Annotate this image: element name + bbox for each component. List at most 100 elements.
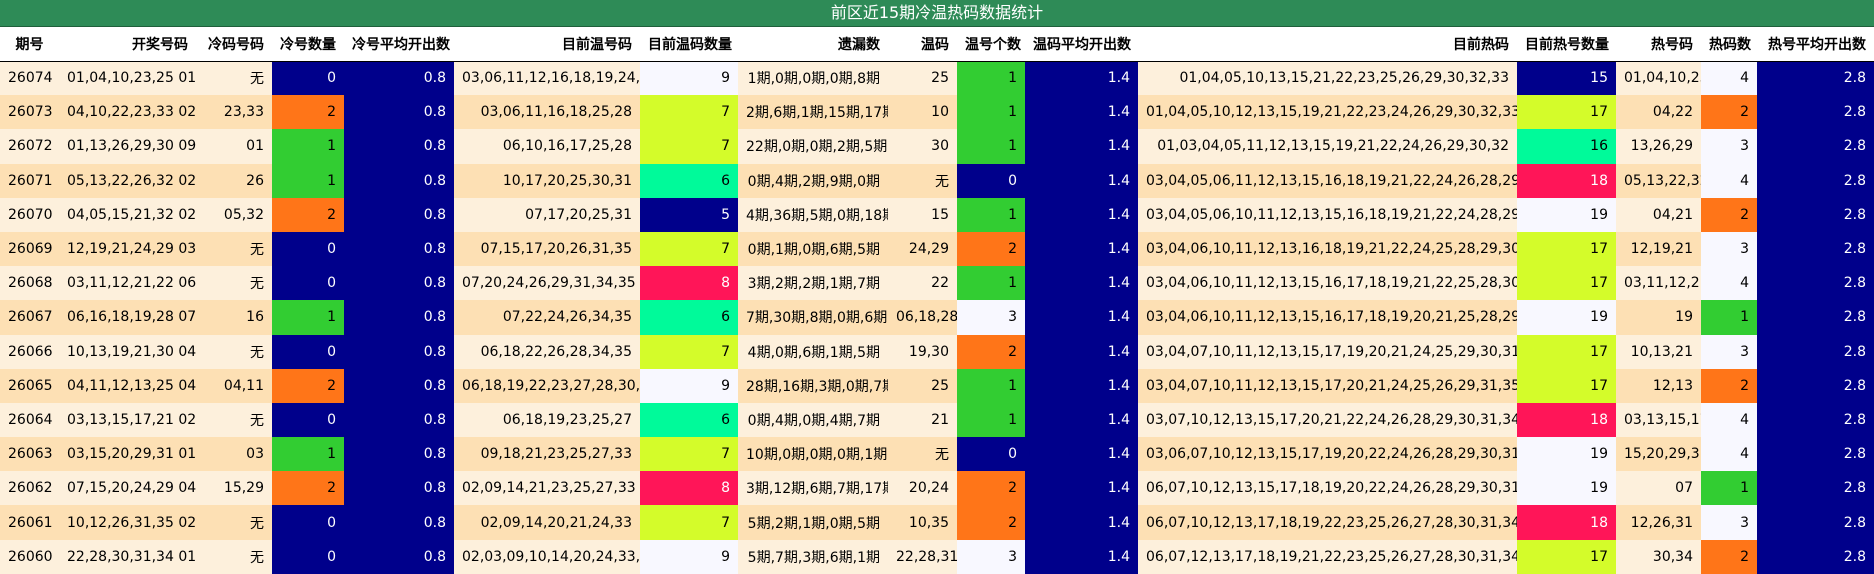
table-row[interactable]: 26066 10,13,19,21,30 04,05 无00.8 06,18,22,2…: [0, 334, 1874, 369]
header-current-hot[interactable]: 目前热码: [1138, 27, 1517, 62]
warm-hits-cell: 1: [957, 95, 1025, 130]
table-row[interactable]: 26074 01,04,10,23,25 01,12 无00.8 03,06,11,1…: [0, 61, 1874, 96]
cold-average-cell: 0.8: [344, 368, 454, 403]
warm-average-cell: 1.4: [1025, 266, 1138, 301]
hot-average-cell: 2.8: [1757, 368, 1874, 403]
hot-average-cell: 2.8: [1757, 505, 1874, 540]
table-row[interactable]: 2607201,13,26,29,30 09,110110.806,10,16,…: [0, 129, 1874, 164]
hot-count-cell: 17: [1517, 266, 1616, 301]
cold-numbers-cell: 03: [246, 446, 264, 463]
current-hot-cell: 03,04,07,10,11,12,13,15,17,20,21,24,25,2…: [1146, 377, 1517, 394]
current-hot-cell: 06,07,10,12,13,17,18,19,22,23,25,26,27,2…: [1146, 514, 1517, 531]
lottery-stats-frame: 前区近15期冷温热码数据统计 期号 开奖号码 冷码号码 冷号数量 冷号平均开出数…: [0, 0, 1874, 574]
hot-hits-cell: 4: [1701, 61, 1757, 96]
header-warm-average[interactable]: 温码平均开出数: [1025, 27, 1138, 62]
hot-count-cell: 17: [1517, 231, 1616, 267]
warm-numbers-cell: 无: [935, 447, 949, 464]
header-period[interactable]: 期号: [0, 27, 59, 62]
table-row[interactable]: 2607004,05,15,21,32 02,1105,3220.807,17,…: [0, 197, 1874, 232]
cold-average-cell: 0.8: [344, 163, 454, 198]
header-hot-numbers[interactable]: 热号码: [1616, 27, 1701, 62]
current-warm-cell: 02,09,14,20,21,24,33: [480, 514, 632, 531]
warm-numbers-cell: 25: [931, 377, 949, 394]
period-cell: 26072: [8, 138, 53, 155]
current-warm-cell: 02,09,14,21,23,25,27,33: [462, 480, 636, 497]
warm-average-cell: 1.4: [1025, 471, 1138, 506]
cold-numbers-cell: 04,11: [223, 377, 264, 394]
warm-hits-cell: 1: [957, 368, 1025, 403]
hot-count-cell: 18: [1517, 505, 1616, 540]
current-hot-cell: 06,07,10,12,13,15,17,18,19,20,22,24,26,2…: [1146, 480, 1517, 497]
current-warm-cell: 06,10,16,17,25,28: [502, 138, 632, 155]
miss-periods-cell: 3期,12期,6期,7期,17期: [746, 481, 888, 498]
current-warm-cell: 06,18,19,23,25,27: [502, 411, 632, 428]
hot-hits-cell: 3: [1701, 334, 1757, 369]
header-hot-hits[interactable]: 热码数: [1701, 27, 1757, 62]
warm-numbers-cell: 24,29: [908, 241, 949, 258]
table-row[interactable]: 2606207,15,20,24,29 04,1015,2920.802,09,…: [0, 471, 1874, 506]
header-hot-average[interactable]: 热号平均开出数: [1757, 27, 1874, 62]
warm-hits-cell: 1: [957, 129, 1025, 164]
cold-numbers-cell: 无: [250, 549, 264, 566]
draw-numbers-cell: 06,16,18,19,28 07,11: [67, 309, 196, 326]
hot-average-cell: 2.8: [1757, 61, 1874, 96]
miss-periods-cell: 28期,16期,3期,0期,7期: [746, 378, 888, 395]
hot-count-cell: 18: [1517, 402, 1616, 438]
warm-numbers-cell: 25: [931, 70, 949, 87]
cold-numbers-cell: 无: [250, 412, 264, 429]
cold-average-cell: 0.8: [344, 471, 454, 506]
warm-numbers-cell: 06,18,28: [896, 309, 957, 326]
warm-average-cell: 1.4: [1025, 539, 1138, 574]
table-row[interactable]: 26064 03,13,15,17,21 02,07 无00.8 06,18,19,2…: [0, 402, 1874, 438]
table-row[interactable]: 26061 10,12,26,31,35 02,12 无00.8 02,09,14,2…: [0, 505, 1874, 540]
stats-table: 期号 开奖号码 冷码号码 冷号数量 冷号平均开出数 目前温号码 目前温码数量 遗…: [0, 27, 1874, 574]
warm-count-cell: 9: [640, 539, 738, 574]
warm-hits-cell: 2: [957, 505, 1025, 540]
warm-numbers-cell: 21: [931, 411, 949, 428]
hot-count-cell: 19: [1517, 437, 1616, 472]
hot-numbers-cell: 19: [1675, 309, 1693, 326]
table-row[interactable]: 2606706,16,18,19,28 07,111610.807,22,24,…: [0, 300, 1874, 335]
table-row[interactable]: 26068 03,11,12,21,22 06,10 无00.8 07,20,24,2…: [0, 266, 1874, 301]
table-row[interactable]: 2606504,11,12,13,25 04,0804,1120.806,18,…: [0, 368, 1874, 403]
cold-average-cell: 0.8: [344, 300, 454, 335]
header-draw-numbers[interactable]: 开奖号码: [59, 27, 196, 62]
header-warm-hits[interactable]: 温号个数: [957, 27, 1025, 62]
header-current-warm[interactable]: 目前温号码: [454, 27, 640, 62]
table-row[interactable]: 2607304,10,22,23,33 02,1223,3320.803,06,…: [0, 95, 1874, 130]
cold-average-cell: 0.8: [344, 266, 454, 301]
hot-hits-cell: 2: [1701, 197, 1757, 232]
miss-periods-cell: 4期,36期,5期,0期,18期: [746, 207, 888, 224]
header-cold-numbers[interactable]: 冷码号码: [196, 27, 272, 62]
header-warm-numbers[interactable]: 温码: [888, 27, 957, 62]
cold-count-cell: 1: [272, 300, 344, 335]
warm-average-cell: 1.4: [1025, 368, 1138, 403]
cold-numbers-cell: 05,32: [223, 206, 264, 223]
period-cell: 26061: [8, 514, 53, 531]
table-row[interactable]: 26071 05,13,22,26,32 02,03 26 10.8 10,17,20,…: [0, 163, 1874, 198]
table-row[interactable]: 26063 03,15,20,29,31 01,12 03 10.8 09,18,21,…: [0, 437, 1874, 472]
warm-hits-cell: 1: [957, 266, 1025, 301]
table-row[interactable]: 26060 22,28,30,31,34 01,05 无00.8 02,03,09,1…: [0, 539, 1874, 574]
hot-count-cell: 16: [1517, 129, 1616, 164]
warm-average-cell: 1.4: [1025, 402, 1138, 438]
draw-numbers-cell: 22,28,30,31,34 01,05: [67, 548, 196, 565]
warm-count-cell: 7: [640, 437, 738, 472]
cold-count-cell: 2: [272, 197, 344, 232]
warm-count-cell: 6: [640, 163, 738, 198]
header-hot-count[interactable]: 目前热号数量: [1517, 27, 1616, 62]
warm-numbers-cell: 19,30: [908, 343, 949, 360]
table-row[interactable]: 26069 12,19,21,24,29 03,10 无00.8 07,15,17,2…: [0, 231, 1874, 267]
cold-average-cell: 0.8: [344, 539, 454, 574]
header-miss-periods[interactable]: 遗漏数: [738, 27, 888, 62]
warm-hits-cell: 1: [957, 197, 1025, 232]
hot-count-cell: 15: [1517, 61, 1616, 96]
header-cold-count[interactable]: 冷号数量: [272, 27, 344, 62]
header-warm-count[interactable]: 目前温码数量: [640, 27, 738, 62]
period-cell: 26067: [8, 309, 53, 326]
warm-hits-cell: 2: [957, 231, 1025, 267]
current-hot-cell: 03,04,06,10,11,12,13,16,18,19,21,22,24,2…: [1146, 241, 1517, 258]
miss-periods-cell: 1期,0期,0期,0期,8期: [747, 71, 880, 88]
hot-numbers-cell: 04,22: [1652, 104, 1693, 121]
header-cold-average[interactable]: 冷号平均开出数: [344, 27, 454, 62]
